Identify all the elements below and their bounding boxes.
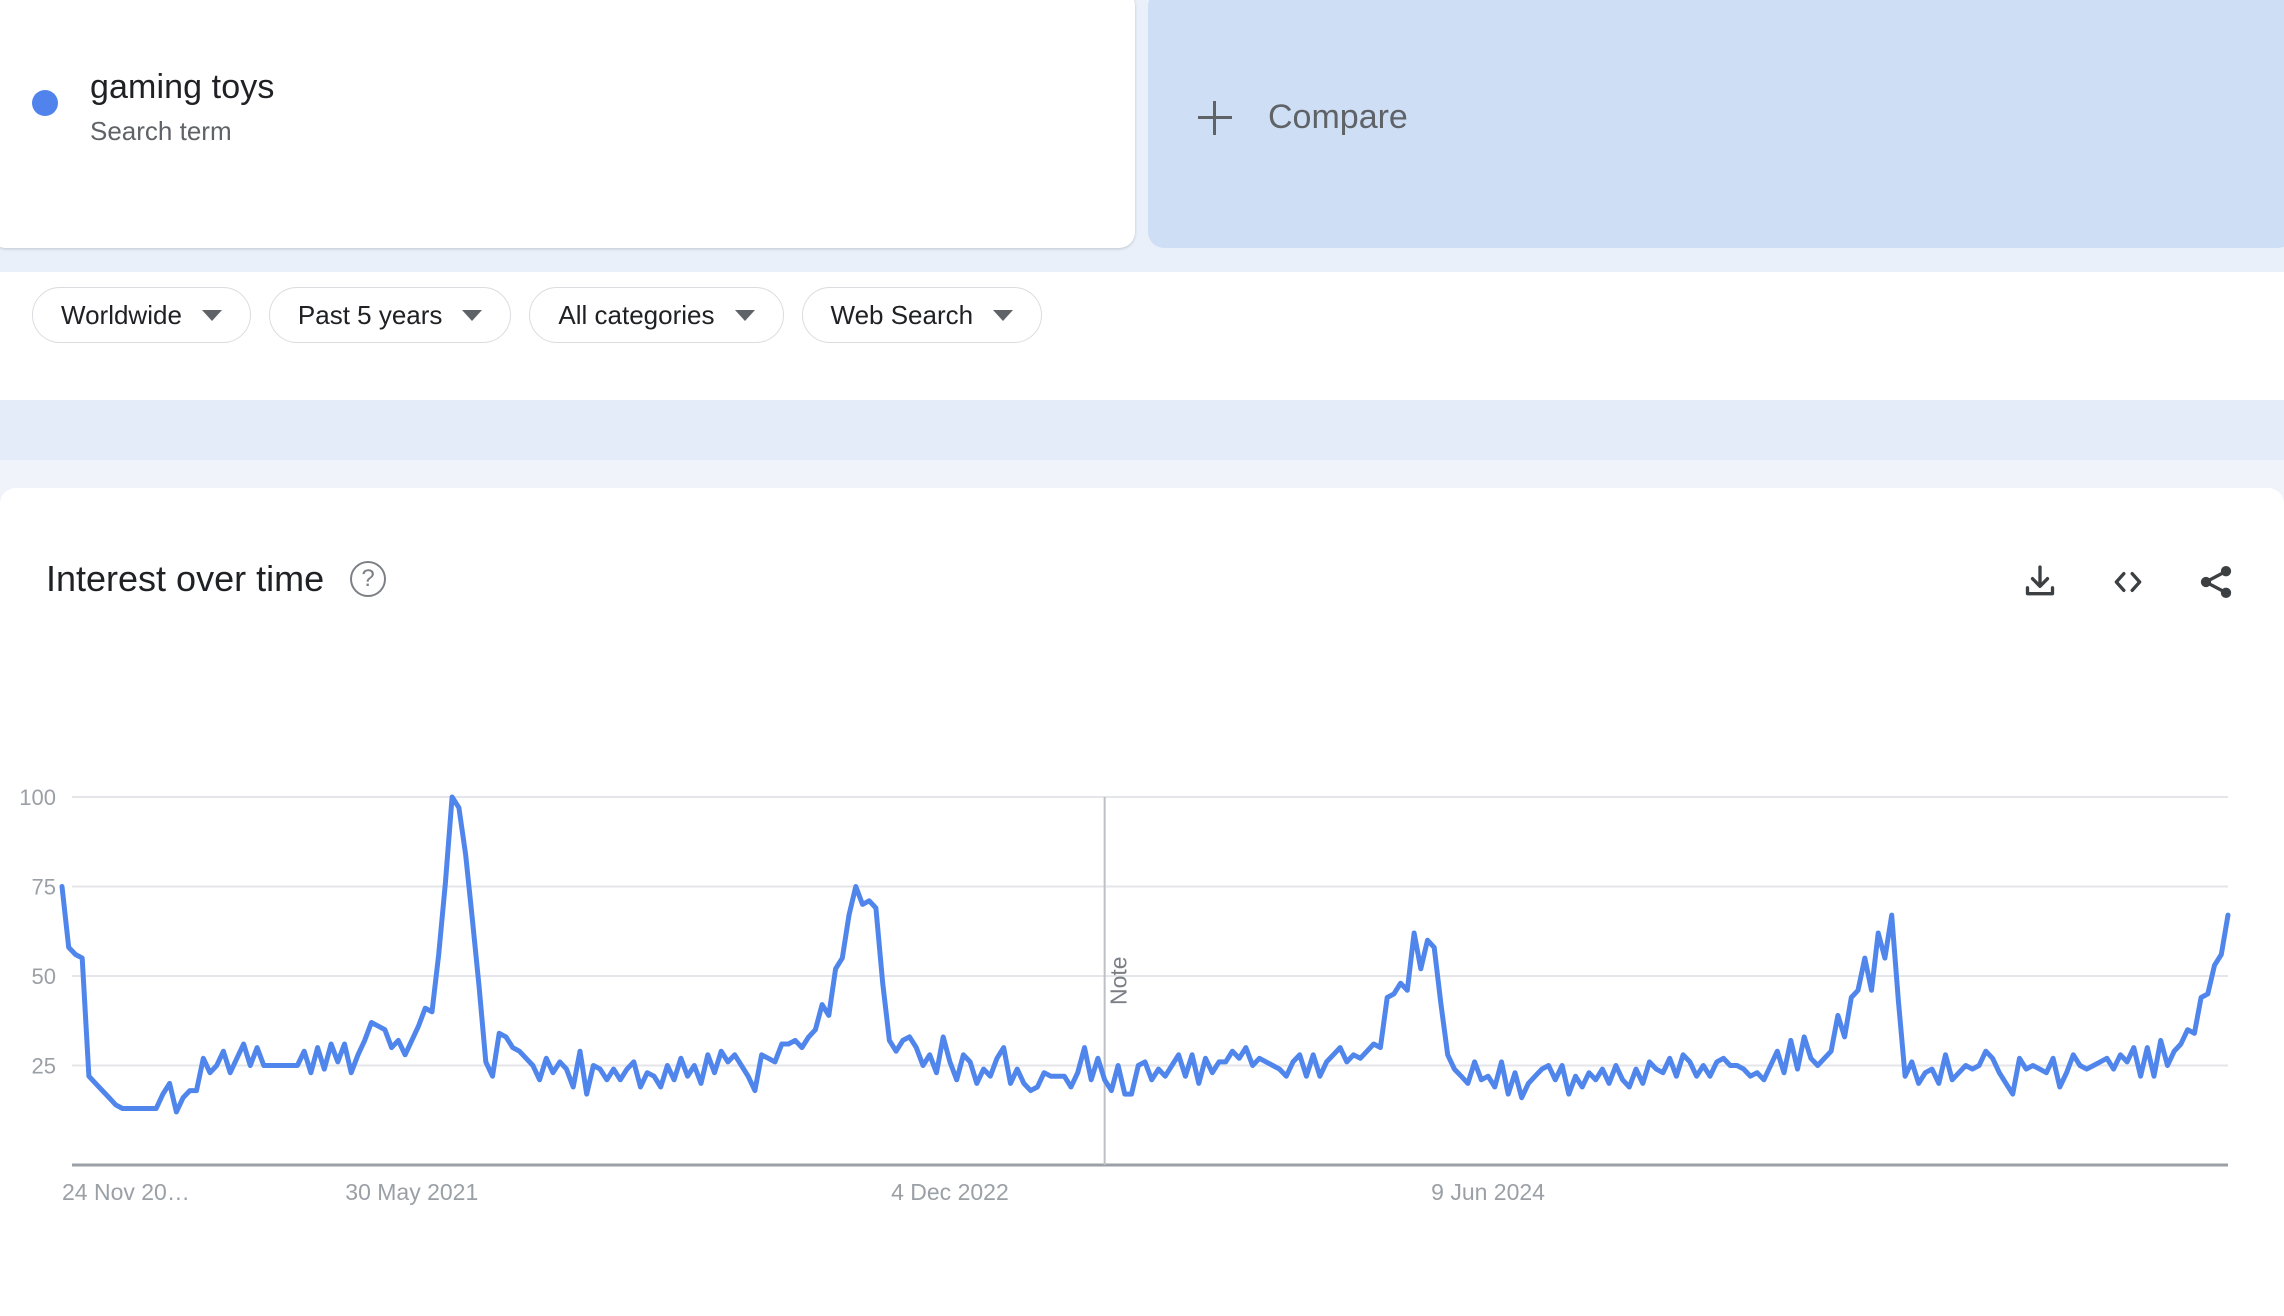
filter-chip-category[interactable]: All categories: [529, 287, 784, 343]
search-term-type: Search term: [90, 116, 232, 146]
interest-over-time-card: Interest over time ?: [0, 488, 2284, 1316]
filter-chip-search-type-label: Web Search: [830, 299, 974, 330]
search-terms-row: gaming toys Search term Compare: [0, 0, 2284, 252]
search-term-name: gaming toys: [90, 68, 275, 106]
filter-chip-search-type[interactable]: Web Search: [801, 287, 1043, 343]
compare-button[interactable]: Compare: [1148, 0, 2284, 248]
page-title: Interest over time: [46, 558, 325, 599]
compare-content: Compare: [1198, 98, 1408, 137]
compare-label: Compare: [1268, 98, 1408, 136]
background-band-middle: [0, 400, 2284, 460]
plus-icon: [1198, 100, 1232, 135]
chart-header: Interest over time ?: [46, 558, 387, 600]
filter-chip-location-label: Worldwide: [61, 299, 182, 330]
filter-chip-location[interactable]: Worldwide: [32, 287, 251, 343]
download-icon[interactable]: [2018, 560, 2062, 604]
chevron-down-icon: [462, 309, 483, 321]
search-term-card[interactable]: gaming toys Search term: [0, 0, 1135, 248]
share-icon[interactable]: [2194, 560, 2238, 604]
series-color-dot: [32, 90, 58, 116]
help-circle-icon[interactable]: ?: [350, 561, 387, 597]
chevron-down-icon: [734, 309, 755, 321]
filter-chip-category-label: All categories: [558, 299, 715, 330]
filter-bar: Worldwide Past 5 years All categories We…: [0, 272, 2284, 400]
chevron-down-icon: [201, 309, 222, 321]
filter-chip-time-range-label: Past 5 years: [297, 299, 443, 330]
chart-action-bar: [2018, 560, 2238, 604]
filter-chip-group: Worldwide Past 5 years All categories We…: [32, 287, 1043, 343]
chevron-down-icon: [993, 309, 1014, 321]
embed-code-icon[interactable]: [2106, 560, 2150, 604]
filter-chip-time-range[interactable]: Past 5 years: [268, 287, 512, 343]
